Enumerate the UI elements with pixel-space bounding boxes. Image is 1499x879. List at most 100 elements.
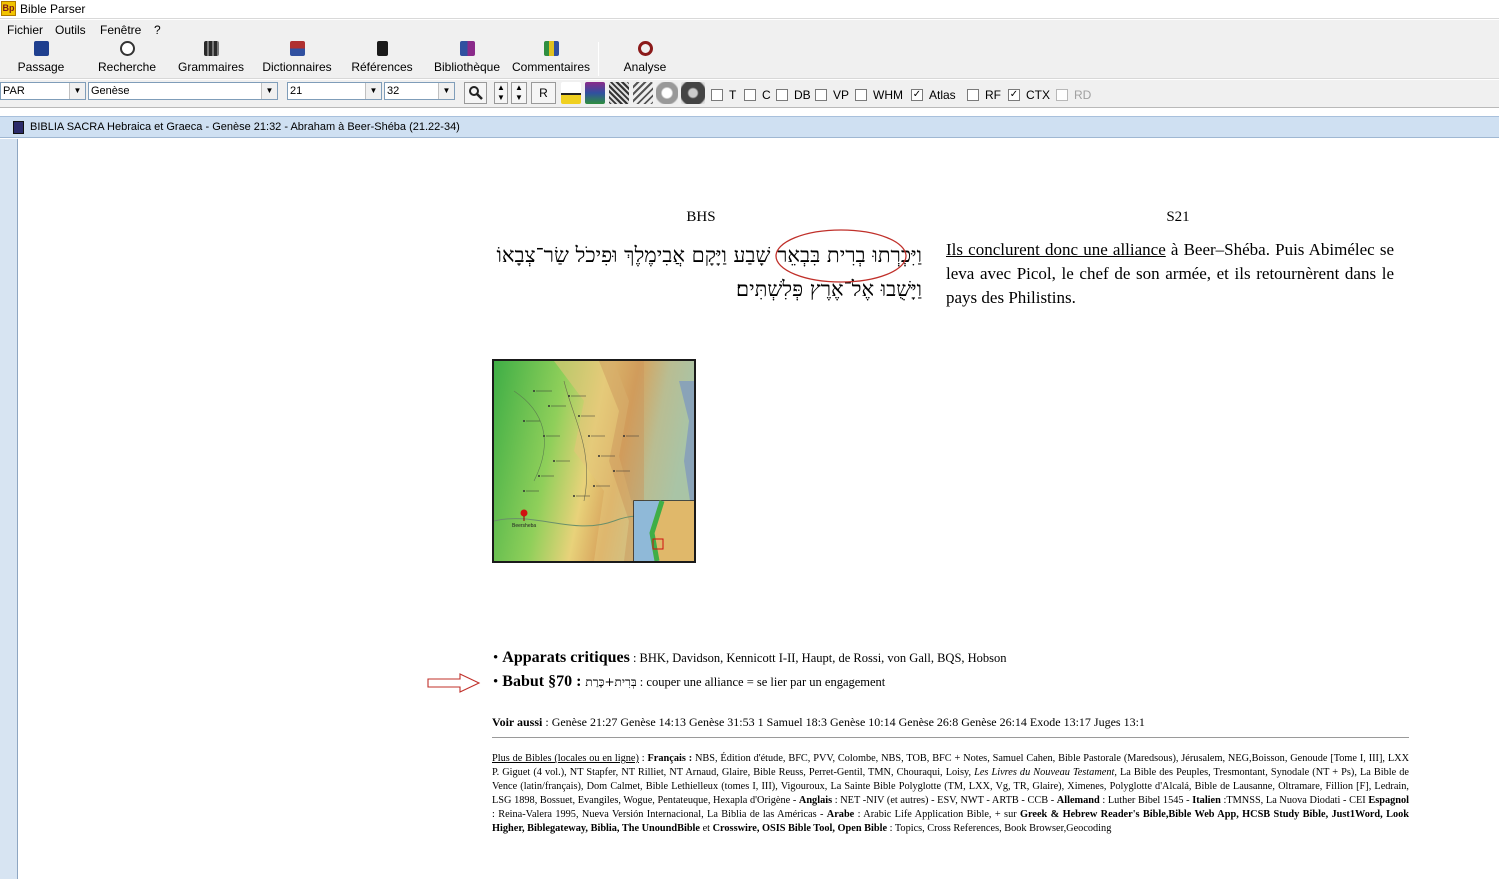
notes-icon[interactable] xyxy=(561,82,581,104)
espagnol-label: Espagnol xyxy=(1368,795,1409,806)
more-bibles-link[interactable]: Plus de Bibles (locales ou en ligne) xyxy=(492,753,639,764)
grammaires-label: Grammaires xyxy=(177,60,244,74)
babut-title[interactable]: Babut §70 : xyxy=(502,673,585,690)
speaker-icon[interactable] xyxy=(681,82,705,104)
checkbox-t[interactable] xyxy=(711,89,723,101)
map-location-label: Beersheba xyxy=(512,523,536,529)
apparats-title[interactable]: Apparats critiques xyxy=(502,649,630,666)
tools-list[interactable]: : Topics, Cross References, Book Browser… xyxy=(887,823,1112,834)
checkbox-rd-label: RD xyxy=(1074,88,1092,102)
app-title: Bible Parser xyxy=(20,2,86,16)
checkbox-ctx[interactable]: ✓ xyxy=(1008,89,1020,101)
italien-label: Italien xyxy=(1192,795,1221,806)
arrow-right-icon xyxy=(427,673,481,693)
bibliotheque-label: Bibliothèque xyxy=(433,60,501,74)
recherche-label: Recherche xyxy=(97,60,157,74)
menu-fichier[interactable]: Fichier xyxy=(7,23,43,37)
livres-nt-title[interactable]: Les Livres du Nouveau Testament xyxy=(974,767,1114,778)
search-passage-button[interactable] xyxy=(464,82,487,104)
apparats-text: : BHK, Davidson, Kennicott I-II, Haupt, … xyxy=(629,651,1007,665)
see-also-line: Voir aussi : Genèse 21:27 Genèse 14:13 G… xyxy=(492,715,1145,730)
checkbox-c[interactable] xyxy=(744,89,756,101)
verse-stepper-left[interactable]: ▲ ▼ xyxy=(494,82,508,104)
commentaires-button[interactable]: Commentaires xyxy=(511,41,591,77)
crosswire-list[interactable]: Crosswire, OSIS Bible Tool, Open Bible xyxy=(713,823,887,834)
babut-text: : couper une alliance = se lier par un e… xyxy=(636,675,886,689)
french-underlined-phrase[interactable]: Ils conclurent donc une alliance xyxy=(946,240,1166,259)
verse-select[interactable]: 32 ▼ xyxy=(384,82,455,100)
passage-toolbar: PAR ▼ Genèse ▼ 21 ▼ 32 ▼ ▲ ▼ ▲ ▼ R T C DB … xyxy=(0,80,1499,108)
checkbox-rf[interactable] xyxy=(967,89,979,101)
stacked-books-icon[interactable] xyxy=(585,82,605,104)
menu-outils[interactable]: Outils xyxy=(55,23,86,37)
chevron-down-icon[interactable]: ▼ xyxy=(69,83,85,99)
checkbox-whm[interactable] xyxy=(855,89,867,101)
menu-fenetre[interactable]: Fenêtre xyxy=(100,23,141,37)
babut-item: • Babut §70 : בְּרִית+כָּרַת : couper une… xyxy=(493,673,886,690)
document-window-title-bar: BIBLIA SACRA Hebraica et Graeca - Genèse… xyxy=(0,116,1499,138)
version-select[interactable]: PAR ▼ xyxy=(0,82,86,100)
allemand-list[interactable]: : Luther Bibel 1545 - xyxy=(1100,795,1193,806)
checkbox-atlas[interactable]: ✓ xyxy=(911,89,923,101)
chevron-down-icon[interactable]: ▼ xyxy=(438,83,454,99)
grammaires-button[interactable]: Grammaires xyxy=(177,41,245,77)
francais-label: Français : xyxy=(647,753,693,764)
checkbox-whm-label: WHM xyxy=(873,88,903,102)
menu-help[interactable]: ? xyxy=(154,23,161,37)
see-also-references[interactable]: : Genèse 21:27 Genèse 14:13 Genèse 31:53… xyxy=(542,715,1145,729)
arabe-label: Arabe xyxy=(826,809,855,820)
atlas-map[interactable]: Beersheba xyxy=(492,359,696,563)
app-logo-icon: Bp xyxy=(1,1,16,16)
bible-book-icon xyxy=(33,41,49,56)
document-window-title: BIBLIA SACRA Hebraica et Graeca - Genèse… xyxy=(30,121,460,133)
anglais-list[interactable]: : NET -NIV (et autres) - ESV, NWT - ARTB… xyxy=(832,795,1057,806)
dictionary-icon xyxy=(289,41,305,56)
tools-icon[interactable] xyxy=(633,82,653,104)
menu-bar: Fichier Outils Fenêtre ? xyxy=(0,20,1499,39)
checkbox-vp[interactable] xyxy=(815,89,827,101)
version-value: PAR xyxy=(3,85,25,97)
hebrew-column-header: BHS xyxy=(686,209,716,225)
checkbox-vp-label: VP xyxy=(833,88,850,102)
verse-stepper-right[interactable]: ▲ ▼ xyxy=(511,82,527,104)
references-label: Références xyxy=(351,60,413,74)
books-icon xyxy=(203,41,219,56)
verse-value: 32 xyxy=(387,85,400,97)
arabe-list[interactable]: : Arabic Life Application Bible, + sur xyxy=(854,809,1020,820)
apparats-critiques-item: • Apparats critiques : BHK, Davidson, Ken… xyxy=(493,649,1007,666)
analyse-button[interactable]: Analyse xyxy=(621,41,669,77)
passage-button[interactable]: Passage xyxy=(15,41,67,77)
checkbox-rd xyxy=(1056,89,1068,101)
checkbox-atlas-label: Atlas xyxy=(929,88,956,102)
app-title-bar: Bp Bible Parser xyxy=(0,0,1499,19)
references-button[interactable]: Références xyxy=(351,41,413,77)
dictionnaires-button[interactable]: Dictionnaires xyxy=(260,41,334,77)
espagnol-list[interactable]: : Reina-Valera 1995, Nueva Versión Inter… xyxy=(492,809,827,820)
references-icon xyxy=(376,41,388,56)
r-button[interactable]: R xyxy=(531,82,556,104)
tree-icon[interactable] xyxy=(609,82,629,104)
chapter-select[interactable]: 21 ▼ xyxy=(287,82,382,100)
commentary-books-icon xyxy=(543,41,559,56)
relief-map-image: Beersheba xyxy=(494,361,694,561)
checkbox-db-label: DB xyxy=(794,88,811,102)
bible-window-icon xyxy=(13,121,24,134)
bibliotheque-button[interactable]: Bibliothèque xyxy=(431,41,503,77)
toolbar-separator xyxy=(598,42,599,76)
and-text: et xyxy=(700,823,713,834)
checkbox-rf-label: RF xyxy=(985,88,1001,102)
search-magnifier-icon xyxy=(119,41,135,56)
checkbox-db[interactable] xyxy=(776,89,788,101)
chevron-down-icon[interactable]: ▼ xyxy=(261,83,277,99)
italien-list[interactable]: :TMNSS, La Nuova Diodati - CEI xyxy=(1221,795,1369,806)
more-bibles-sep: : xyxy=(638,753,648,764)
chevron-down-icon[interactable]: ▼ xyxy=(365,83,381,99)
dictionnaires-label: Dictionnaires xyxy=(262,60,332,74)
book-value: Genèse xyxy=(91,85,130,97)
disc-icon[interactable] xyxy=(656,82,678,104)
inset-locator-map xyxy=(633,500,694,561)
book-select[interactable]: Genèse ▼ xyxy=(88,82,278,100)
more-bibles-paragraph: Plus de Bibles (locales ou en ligne) : F… xyxy=(492,752,1409,836)
recherche-button[interactable]: Recherche xyxy=(96,41,158,77)
passage-label: Passage xyxy=(17,60,65,74)
